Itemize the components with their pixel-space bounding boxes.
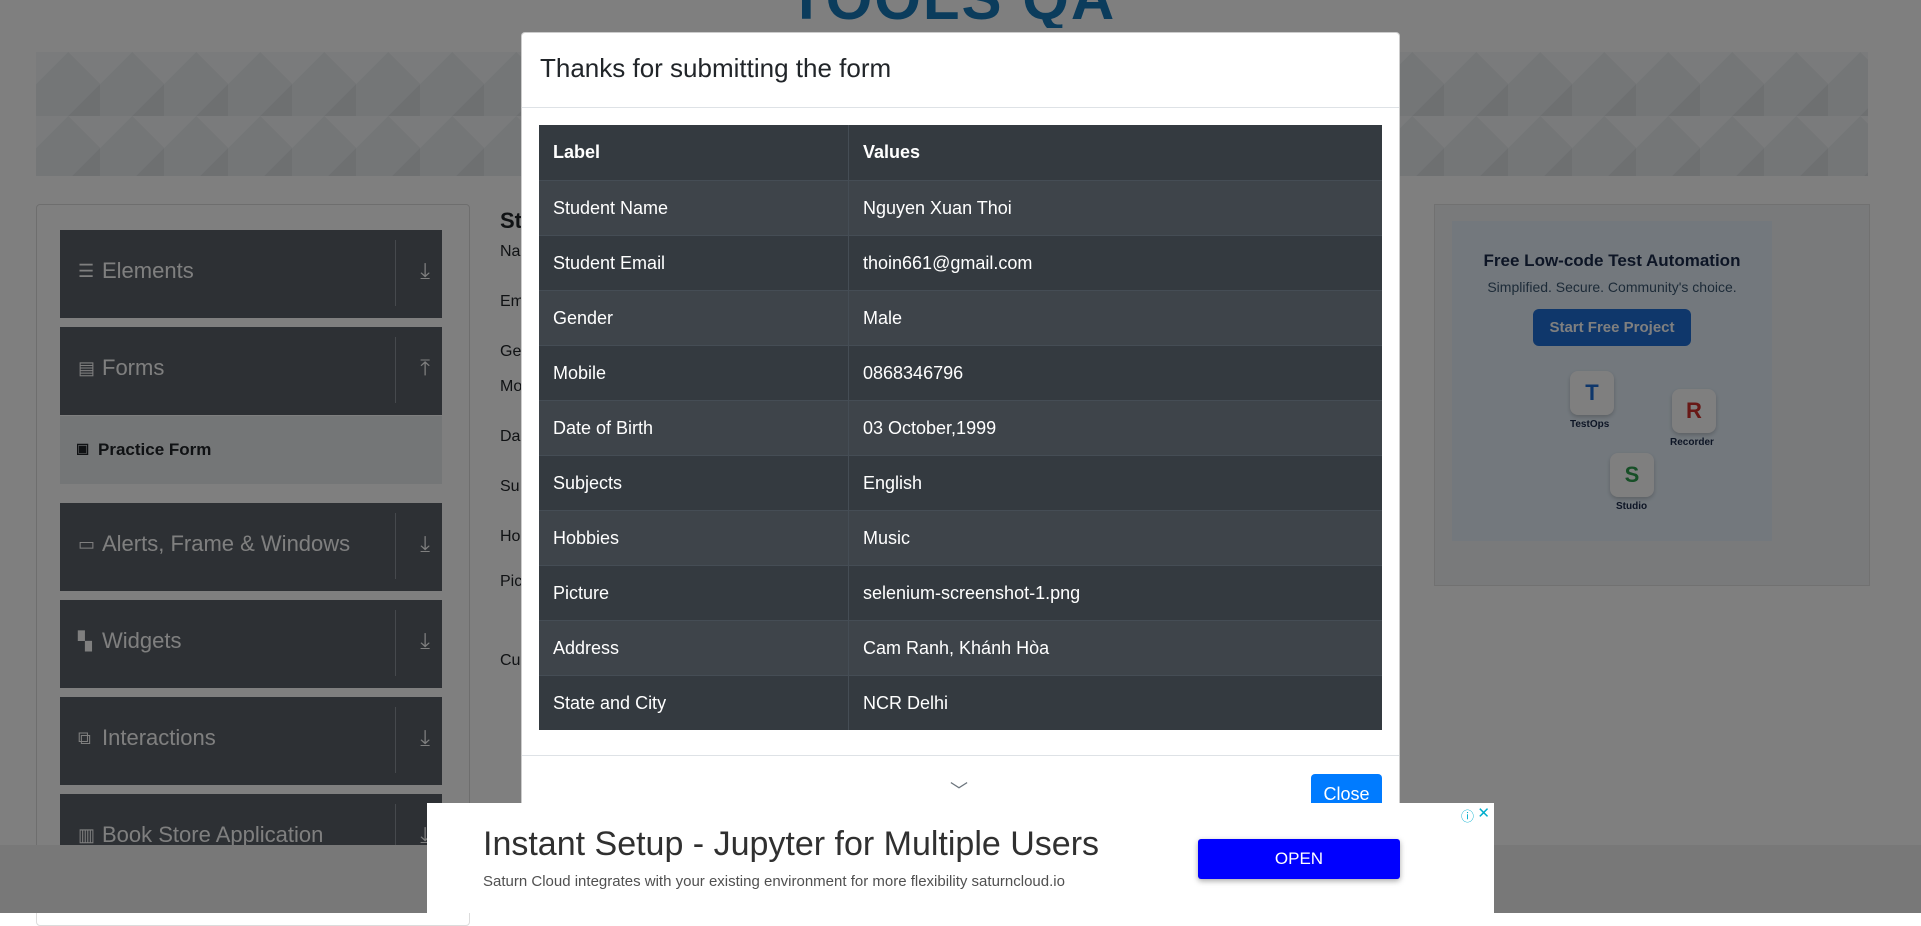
row-value: Cam Ranh, Khánh Hòa xyxy=(848,620,1382,676)
row-value: thoin661@gmail.com xyxy=(848,235,1382,291)
row-label: Address xyxy=(539,620,849,676)
bottom-ad-banner[interactable]: ⓘ ✕ Instant Setup - Jupyter for Multiple… xyxy=(427,803,1494,913)
row-label: Date of Birth xyxy=(539,400,849,456)
row-value: Nguyen Xuan Thoi xyxy=(848,180,1382,236)
table-row: Hobbies Music xyxy=(539,510,1382,566)
table-row: Student Email thoin661@gmail.com xyxy=(539,235,1382,291)
table-row: Gender Male xyxy=(539,290,1382,346)
row-label: State and City xyxy=(539,675,849,730)
open-button[interactable]: OPEN xyxy=(1198,839,1400,879)
table-row: Subjects English xyxy=(539,455,1382,511)
ad-info-icon[interactable]: ⓘ xyxy=(1461,806,1474,825)
row-value: 03 October,1999 xyxy=(848,400,1382,456)
row-value: Music xyxy=(848,510,1382,566)
table-row: Date of Birth 03 October,1999 xyxy=(539,400,1382,456)
row-label: Student Email xyxy=(539,235,849,291)
row-label: Hobbies xyxy=(539,510,849,566)
table-header-row: Label Values xyxy=(539,125,1382,181)
row-label: Picture xyxy=(539,565,849,621)
modal-title: Thanks for submitting the form xyxy=(540,53,892,83)
bottom-ad-headline[interactable]: Instant Setup - Jupyter for Multiple Use… xyxy=(483,825,1099,864)
row-label: Gender xyxy=(539,290,849,346)
table-row: Mobile 0868346796 xyxy=(539,345,1382,401)
row-value: 0868346796 xyxy=(848,345,1382,401)
ad-close-icon[interactable]: ✕ xyxy=(1477,804,1490,822)
row-label: Mobile xyxy=(539,345,849,401)
row-value: selenium-screenshot-1.png xyxy=(848,565,1382,621)
chevron-down-icon[interactable]: ﹀ xyxy=(950,777,968,803)
table-row: Address Cam Ranh, Khánh Hòa xyxy=(539,620,1382,676)
submission-modal: Thanks for submitting the form Label Val… xyxy=(521,32,1400,913)
row-value: NCR Delhi xyxy=(848,675,1382,730)
submission-table: Label Values Student Name Nguyen Xuan Tho… xyxy=(539,125,1382,730)
divider xyxy=(522,107,1399,108)
row-value: English xyxy=(848,455,1382,511)
table-row: State and City NCR Delhi xyxy=(539,675,1382,730)
table-row: Student Name Nguyen Xuan Thoi xyxy=(539,180,1382,236)
column-header-label: Label xyxy=(539,125,849,181)
bottom-ad-description: Saturn Cloud integrates with your existi… xyxy=(483,873,1065,890)
row-label: Subjects xyxy=(539,455,849,511)
divider xyxy=(522,755,1399,756)
table-row: Picture selenium-screenshot-1.png xyxy=(539,565,1382,621)
row-label: Student Name xyxy=(539,180,849,236)
row-value: Male xyxy=(848,290,1382,346)
column-header-values: Values xyxy=(848,125,1382,181)
